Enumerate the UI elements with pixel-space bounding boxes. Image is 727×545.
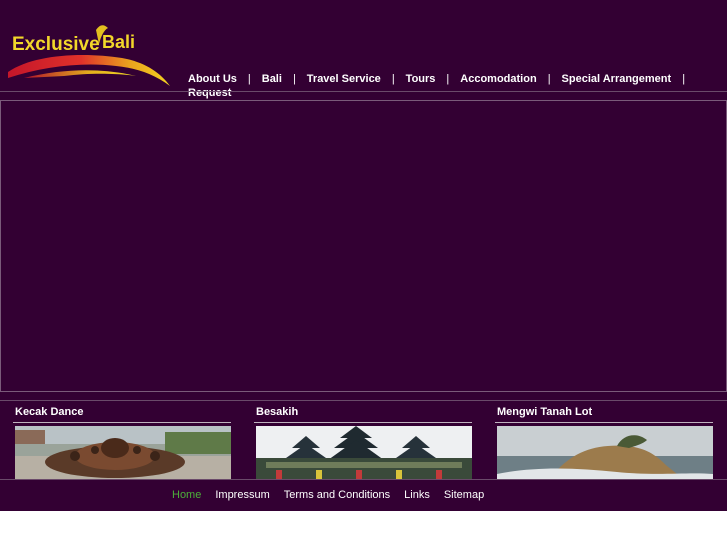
- nav-about-us[interactable]: About Us: [188, 73, 237, 85]
- footer-link-terms-and-conditions[interactable]: Terms and Conditions: [284, 489, 390, 501]
- card-image-besakih[interactable]: [256, 426, 472, 480]
- footer-link-sitemap[interactable]: Sitemap: [444, 489, 484, 501]
- nav-separator: |: [292, 73, 296, 85]
- nav-separator: |: [247, 73, 251, 85]
- card-besakih[interactable]: Besakih: [254, 404, 472, 480]
- card-title[interactable]: Besakih: [254, 404, 472, 420]
- logo-text-bali: Bali: [102, 32, 135, 52]
- nav-tours[interactable]: Tours: [406, 73, 436, 85]
- nav-accomodation[interactable]: Accomodation: [460, 73, 536, 85]
- card-title[interactable]: Mengwi Tanah Lot: [495, 404, 713, 420]
- card-underline: [254, 422, 472, 423]
- nav-request[interactable]: Request: [188, 87, 231, 99]
- page-background: Exclusive Bali About Us | Bali | Travel Serv…: [0, 0, 727, 511]
- header-divider: [0, 91, 727, 92]
- card-title[interactable]: Kecak Dance: [13, 404, 231, 420]
- card-image-mengwi-tanah-lot[interactable]: [497, 426, 713, 480]
- footer-link-impressum[interactable]: Impressum: [215, 489, 269, 501]
- footer-link-links[interactable]: Links: [404, 489, 430, 501]
- nav-bali[interactable]: Bali: [262, 73, 282, 85]
- card-mengwi-tanah-lot[interactable]: Mengwi Tanah Lot: [495, 404, 713, 480]
- card-underline: [495, 422, 713, 423]
- card-underline: [13, 422, 231, 423]
- footer-link-home[interactable]: Home: [172, 489, 201, 501]
- nav-separator: |: [682, 73, 686, 85]
- main-nav: About Us | Bali | Travel Service | Tours | Accom…: [188, 72, 718, 100]
- footer-links: Home Impressum Terms and Conditions Links Si…: [172, 489, 498, 501]
- card-kecak-dance[interactable]: Kecak Dance: [13, 404, 231, 480]
- site-logo[interactable]: Exclusive Bali: [4, 22, 174, 90]
- logo-text-exclusive: Exclusive: [12, 34, 100, 55]
- nav-special-arrangement[interactable]: Special Arrangement: [562, 73, 672, 85]
- logo-graphic: Exclusive Bali: [8, 25, 170, 86]
- content-divider: [0, 400, 727, 401]
- card-image-kecak-dance[interactable]: [15, 426, 231, 480]
- footer: Home Impressum Terms and Conditions Links Si…: [0, 479, 727, 511]
- nav-travel-service[interactable]: Travel Service: [307, 73, 381, 85]
- nav-separator: |: [547, 73, 551, 85]
- banner-area: [0, 100, 727, 392]
- nav-separator: |: [391, 73, 395, 85]
- nav-separator: |: [446, 73, 450, 85]
